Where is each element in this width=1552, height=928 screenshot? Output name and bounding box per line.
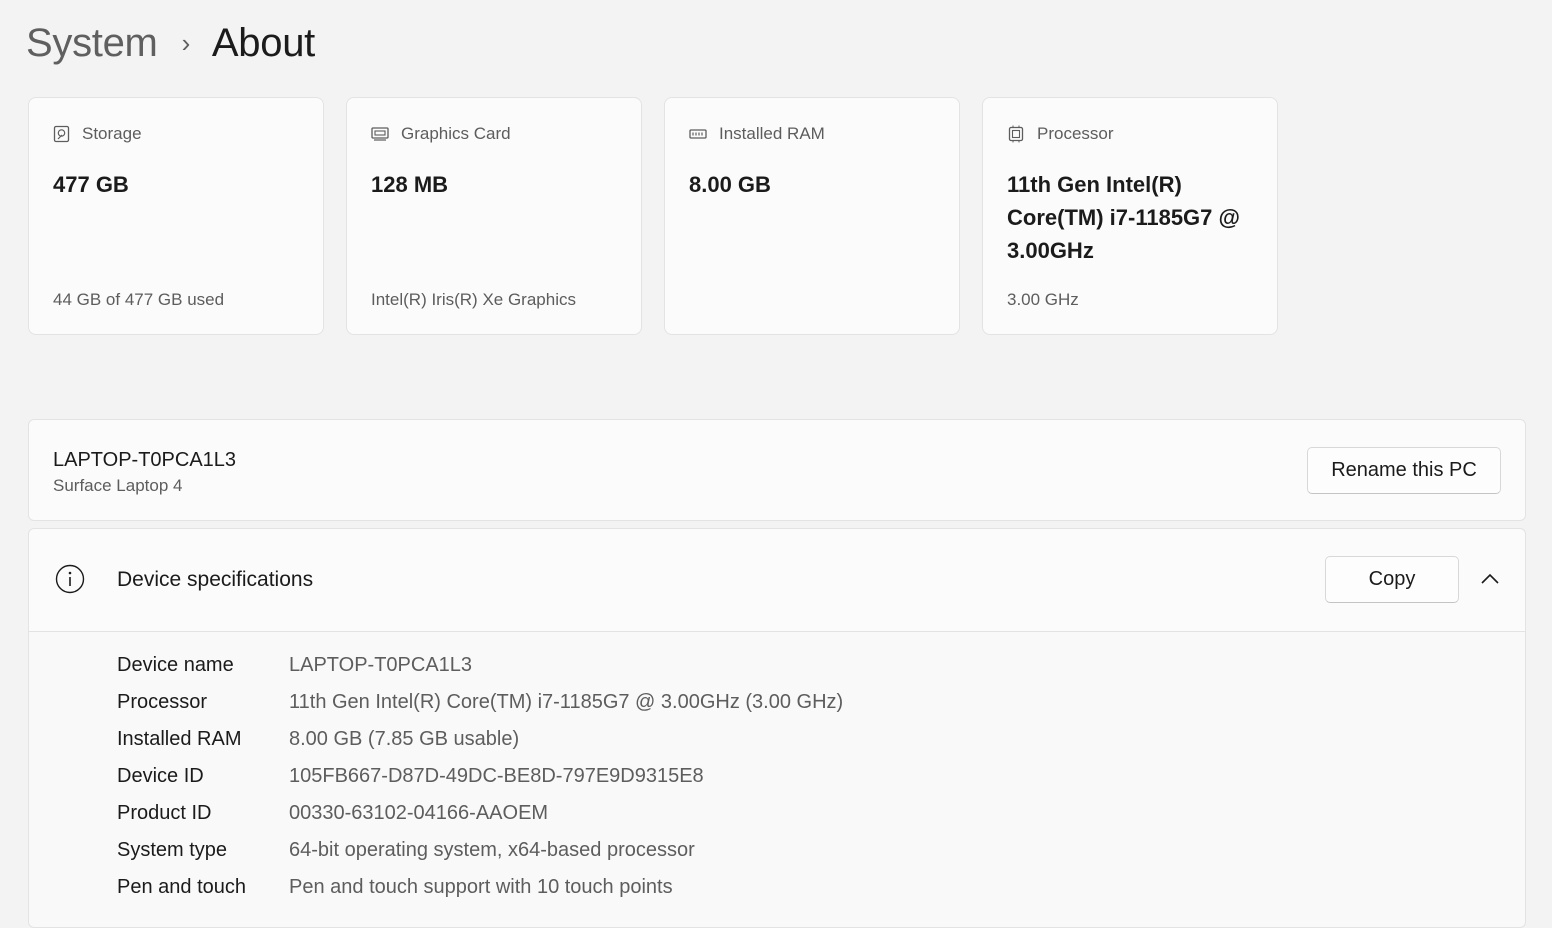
pc-name-row: LAPTOP-T0PCA1L3 Surface Laptop 4 Rename … bbox=[28, 419, 1526, 521]
spec-label: System type bbox=[117, 839, 228, 861]
processor-card-value: 11th Gen Intel(R) Core(TM) i7-1185G7 @ 3… bbox=[1007, 172, 1240, 263]
spec-value: 64-bit operating system, x64-based proce… bbox=[289, 839, 695, 861]
device-specifications-title: Device specifications bbox=[117, 568, 314, 591]
graphics-card-value: 128 MB bbox=[371, 172, 449, 197]
spec-row: Processor 11th Gen Intel(R) Core(TM) i7-… bbox=[117, 684, 843, 721]
device-specifications-list: Device name LAPTOP-T0PCA1L3 Processor 11… bbox=[117, 647, 843, 906]
spec-value: LAPTOP-T0PCA1L3 bbox=[289, 654, 473, 676]
spec-label: Installed RAM bbox=[117, 728, 242, 750]
breadcrumb-system-link[interactable]: System bbox=[26, 21, 158, 66]
ram-icon bbox=[689, 129, 707, 139]
spec-value: 8.00 GB (7.85 GB usable) bbox=[289, 728, 520, 750]
spec-row: Device ID 105FB667-D87D-49DC-BE8D-797E9D… bbox=[117, 758, 843, 795]
chevron-up-icon[interactable] bbox=[1479, 571, 1501, 587]
graphics-card-icon bbox=[371, 127, 389, 141]
graphics-card-card: Graphics Card 128 MB Intel(R) Iris(R) Xe… bbox=[346, 97, 642, 335]
device-specifications-header[interactable]: Device specifications Copy bbox=[29, 529, 1525, 632]
storage-card: Storage 477 GB 44 GB of 477 GB used bbox=[28, 97, 324, 335]
storage-card-sub: 44 GB of 477 GB used bbox=[53, 290, 225, 309]
info-icon bbox=[55, 564, 85, 594]
copy-button[interactable]: Copy bbox=[1325, 556, 1459, 603]
spec-row: Device name LAPTOP-T0PCA1L3 bbox=[117, 647, 843, 684]
rename-pc-button[interactable]: Rename this PC bbox=[1307, 447, 1501, 494]
storage-card-title: Storage bbox=[82, 124, 142, 143]
spec-label: Device name bbox=[117, 654, 234, 676]
processor-icon bbox=[1008, 125, 1024, 143]
spec-label: Processor bbox=[117, 691, 208, 713]
graphics-card-sub: Intel(R) Iris(R) Xe Graphics bbox=[371, 290, 576, 309]
spec-row: Product ID 00330-63102-04166-AAOEM bbox=[117, 795, 843, 832]
spec-value: 11th Gen Intel(R) Core(TM) i7-1185G7 @ 3… bbox=[289, 691, 844, 713]
spec-label: Pen and touch bbox=[117, 876, 246, 898]
spec-value: 00330-63102-04166-AAOEM bbox=[289, 802, 549, 824]
page-title: About bbox=[211, 20, 315, 65]
breadcrumb: System › About bbox=[26, 14, 315, 72]
storage-icon bbox=[53, 125, 70, 143]
spec-value: 105FB667-D87D-49DC-BE8D-797E9D9315E8 bbox=[289, 765, 704, 787]
spec-value: Pen and touch support with 10 touch poin… bbox=[289, 876, 673, 898]
spec-row: System type 64-bit operating system, x64… bbox=[117, 832, 843, 869]
ram-card: Installed RAM 8.00 GB bbox=[664, 97, 960, 335]
storage-card-value: 477 GB bbox=[53, 172, 129, 197]
processor-card-sub: 3.00 GHz bbox=[1007, 290, 1079, 309]
ram-card-title: Installed RAM bbox=[719, 124, 825, 143]
spec-label: Device ID bbox=[117, 765, 204, 787]
spec-row: Installed RAM 8.00 GB (7.85 GB usable) bbox=[117, 721, 843, 758]
processor-card: Processor 11th Gen Intel(R) Core(TM) i7-… bbox=[982, 97, 1278, 335]
ram-card-value: 8.00 GB bbox=[689, 172, 771, 197]
spec-row: Pen and touch Pen and touch support with… bbox=[117, 869, 843, 906]
device-specifications-panel: Device specifications Copy Device name L… bbox=[28, 528, 1526, 928]
graphics-card-title: Graphics Card bbox=[401, 124, 511, 143]
spec-label: Product ID bbox=[117, 802, 212, 824]
breadcrumb-separator: › bbox=[181, 27, 191, 58]
pc-name: LAPTOP-T0PCA1L3 bbox=[53, 449, 237, 471]
pc-model: Surface Laptop 4 bbox=[53, 476, 183, 495]
processor-card-title: Processor bbox=[1037, 124, 1114, 143]
